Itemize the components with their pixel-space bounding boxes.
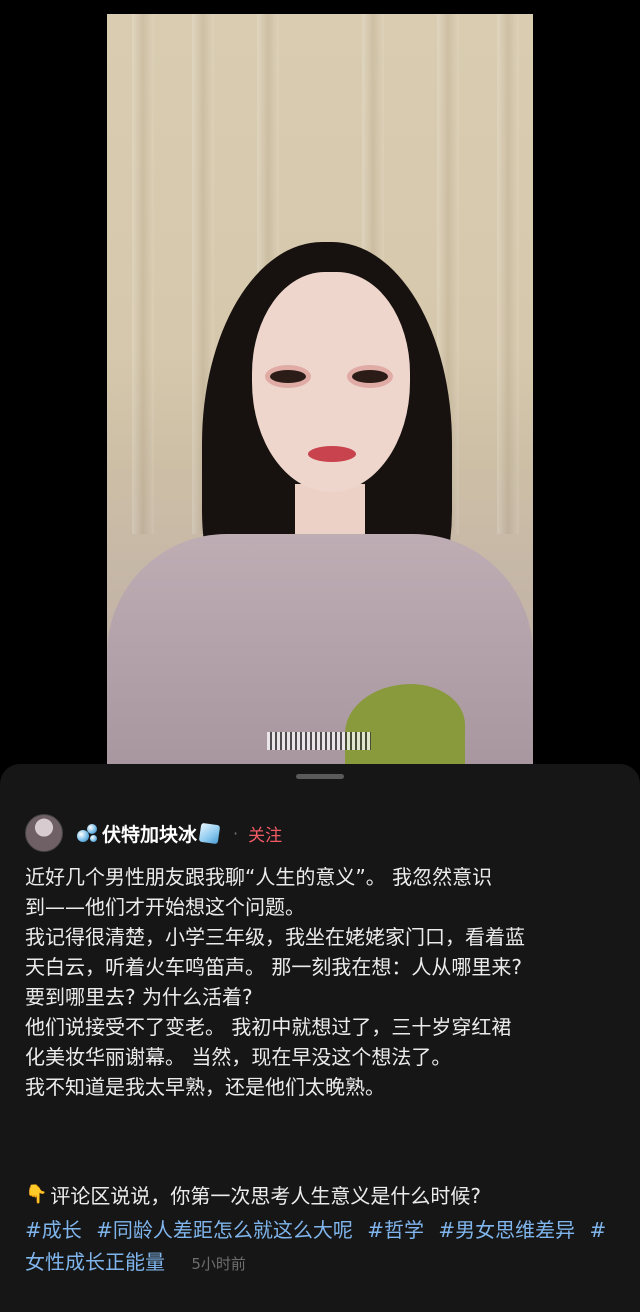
curtain-fold <box>132 14 154 534</box>
cta-text: 评论区说说，你第一次思考人生意义是什么时候? <box>50 1184 482 1208</box>
author-row: 伏特加块冰 · 关注 <box>25 814 282 852</box>
hashtag-link[interactable]: #哲学 <box>367 1218 424 1242</box>
ice-cube-icon <box>198 822 221 844</box>
lips <box>308 446 356 462</box>
blurred-subtitle <box>267 732 371 750</box>
call-to-action: 👇 评论区说说，你第一次思考人生意义是什么时候? <box>25 1180 481 1209</box>
post-body: 近好几个男性朋友跟我聊“人生的意义”。 我忽然意识 到——他们才开始想这个问题。… <box>25 865 525 1099</box>
person-blouse <box>107 534 533 764</box>
follow-button[interactable]: 关注 <box>248 821 282 846</box>
video-frame[interactable] <box>107 14 533 764</box>
bubbles-icon <box>77 823 99 843</box>
left-eye <box>270 370 306 383</box>
avatar[interactable] <box>25 814 63 852</box>
curtain-fold <box>497 14 519 534</box>
post-time: 5小时前 <box>191 1255 246 1273</box>
pointing-down-hand-icon: 👇 <box>25 1184 48 1205</box>
right-eye <box>352 370 388 383</box>
hashtag-link[interactable]: #同龄人差距怎么就这么大呢 <box>96 1218 353 1242</box>
author-name-wrap[interactable]: 伏特加块冰 <box>77 820 221 847</box>
hashtag-link[interactable]: #成长 <box>25 1218 82 1242</box>
hashtag-list: #成长 #同龄人差距怎么就这么大呢 #哲学 #男女思维差异 #女性成长正能量 5… <box>25 1214 620 1280</box>
separator-dot: · <box>233 823 239 843</box>
author-name[interactable]: 伏特加块冰 <box>102 820 197 847</box>
person-face <box>252 272 410 492</box>
hashtag-link[interactable]: #男女思维差异 <box>438 1218 575 1242</box>
post-panel: 伏特加块冰 · 关注 近好几个男性朋友跟我聊“人生的意义”。 我忽然意识 到——… <box>0 764 640 1312</box>
video-player[interactable] <box>0 0 640 800</box>
drag-handle[interactable] <box>296 774 344 779</box>
